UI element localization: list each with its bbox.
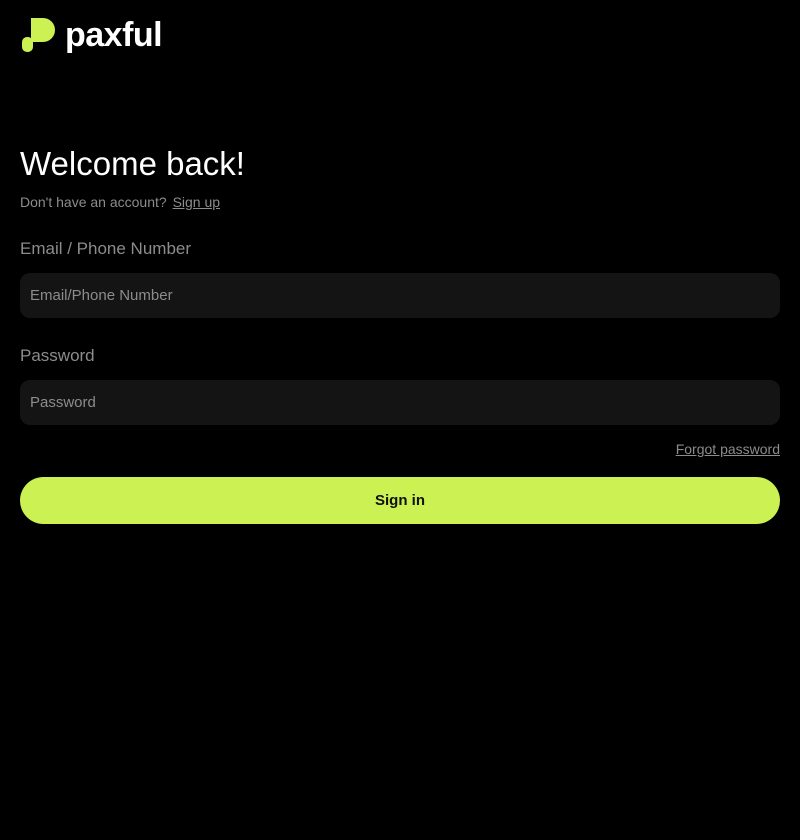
password-label: Password xyxy=(20,346,95,365)
login-form: Welcome back! Don't have an account? Sig… xyxy=(20,140,780,524)
no-account-text: Don't have an account? xyxy=(20,194,167,210)
site-header: paxful xyxy=(22,17,163,53)
forgot-password-link[interactable]: Forgot password xyxy=(676,441,780,457)
sign-in-button[interactable]: Sign in xyxy=(20,477,780,524)
signup-link[interactable]: Sign up xyxy=(173,194,220,210)
email-label: Email / Phone Number xyxy=(20,239,192,258)
forgot-password-row: Forgot password xyxy=(20,439,780,459)
brand-name[interactable]: paxful xyxy=(65,17,163,53)
page-title: Welcome back! xyxy=(20,145,245,182)
email-input[interactable] xyxy=(20,273,780,318)
password-input[interactable] xyxy=(20,380,780,425)
paxful-logo-icon[interactable] xyxy=(22,18,55,52)
signup-prompt: Don't have an account? Sign up xyxy=(20,192,780,212)
